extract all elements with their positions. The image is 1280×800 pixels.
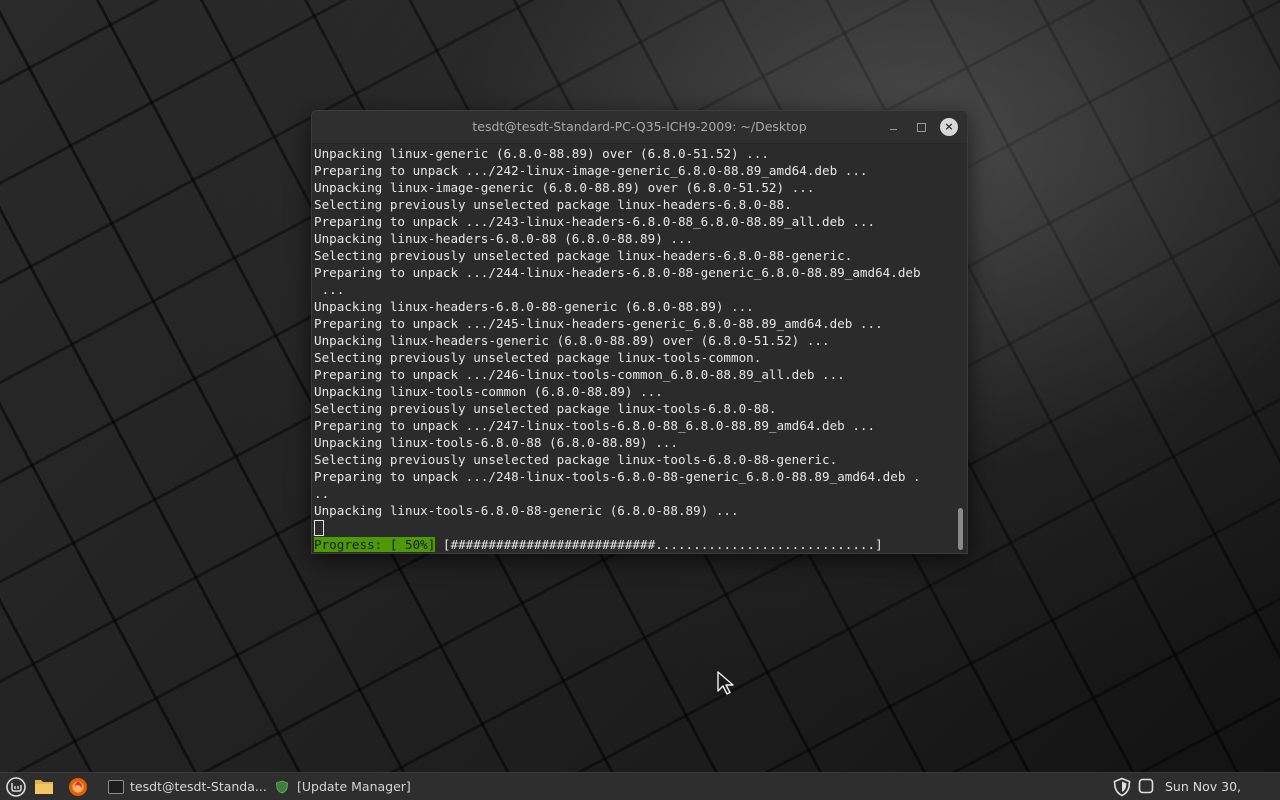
window-titlebar[interactable]: tesdt@tesdt-Standard-PC-Q35-ICH9-2009: ~… [312,111,967,144]
terminal-line: .. [314,486,330,501]
terminal-cursor-line [314,519,954,536]
firefox-icon[interactable] [68,777,88,797]
terminal-line: Unpacking linux-tools-common (6.8.0-88.8… [314,384,663,399]
progress-bar: [###########################............… [435,537,883,552]
terminal-line: Unpacking linux-tools-6.8.0-88 (6.8.0-88… [314,435,678,450]
maximize-button[interactable] [912,118,930,136]
taskbar: tesdt@tesdt-Standa... [Update Manager] S… [0,772,1280,800]
terminal-line: Selecting previously unselected package … [314,197,792,212]
minimize-icon [890,129,897,130]
mint-menu-icon[interactable] [6,777,26,797]
taskbar-item-terminal-label: tesdt@tesdt-Standa... [130,779,267,794]
close-button[interactable]: × [940,118,958,136]
progress-line: Progress: [ 50%] [######################… [314,536,954,553]
close-icon: × [944,120,954,133]
terminal-line: Preparing to unpack .../242-linux-image-… [314,163,868,178]
clock[interactable]: Sun Nov 30, 20:03 [1165,776,1277,798]
terminal-line: Selecting previously unselected package … [314,248,853,263]
terminal-line: Preparing to unpack .../247-linux-tools-… [314,418,876,433]
terminal-line: Selecting previously unselected package … [314,452,838,467]
folder-icon[interactable] [34,778,54,795]
terminal-line: Preparing to unpack .../243-linux-header… [314,214,876,229]
terminal-line: Unpacking linux-headers-6.8.0-88 (6.8.0-… [314,231,694,246]
taskbar-item-terminal[interactable]: tesdt@tesdt-Standa... [104,776,272,798]
terminal-output[interactable]: Unpacking linux-generic (6.8.0-88.89) ov… [314,145,954,553]
terminal-line: Unpacking linux-image-generic (6.8.0-88.… [314,180,815,195]
update-shield-tray-icon[interactable] [1112,777,1132,797]
terminal-line: Unpacking linux-headers-generic (6.8.0-8… [314,333,830,348]
terminal-line: Selecting previously unselected package … [314,350,762,365]
terminal-line: Preparing to unpack .../245-linux-header… [314,316,883,331]
progress-label: Progress: [ 50%] [314,537,436,552]
terminal-line: Preparing to unpack .../244-linux-header… [314,265,921,280]
terminal-window[interactable]: tesdt@tesdt-Standard-PC-Q35-ICH9-2009: ~… [311,110,968,554]
terminal-icon [108,780,124,794]
terminal-line: Preparing to unpack .../248-linux-tools-… [314,469,921,484]
taskbar-item-update-manager[interactable]: [Update Manager] [272,776,422,798]
terminal-cursor [314,519,324,536]
terminal-line: ... [314,282,345,297]
terminal-line: Unpacking linux-tools-6.8.0-88-generic (… [314,503,739,518]
minimize-button[interactable] [885,118,903,136]
window-title: tesdt@tesdt-Standard-PC-Q35-ICH9-2009: ~… [472,119,807,134]
terminal-line: Preparing to unpack .../246-linux-tools-… [314,367,845,382]
maximize-icon [917,123,926,132]
terminal-scrollbar[interactable] [957,147,963,551]
terminal-line: Unpacking linux-headers-6.8.0-88-generic… [314,299,754,314]
mouse-pointer-icon [717,671,734,695]
scrollbar-thumb[interactable] [958,508,963,550]
terminal-line: Unpacking linux-generic (6.8.0-88.89) ov… [314,146,769,161]
taskbar-item-update-manager-label: [Update Manager] [297,779,411,794]
notifications-icon[interactable] [1138,778,1154,794]
update-manager-shield-icon [276,780,288,794]
terminal-line: Selecting previously unselected package … [314,401,777,416]
